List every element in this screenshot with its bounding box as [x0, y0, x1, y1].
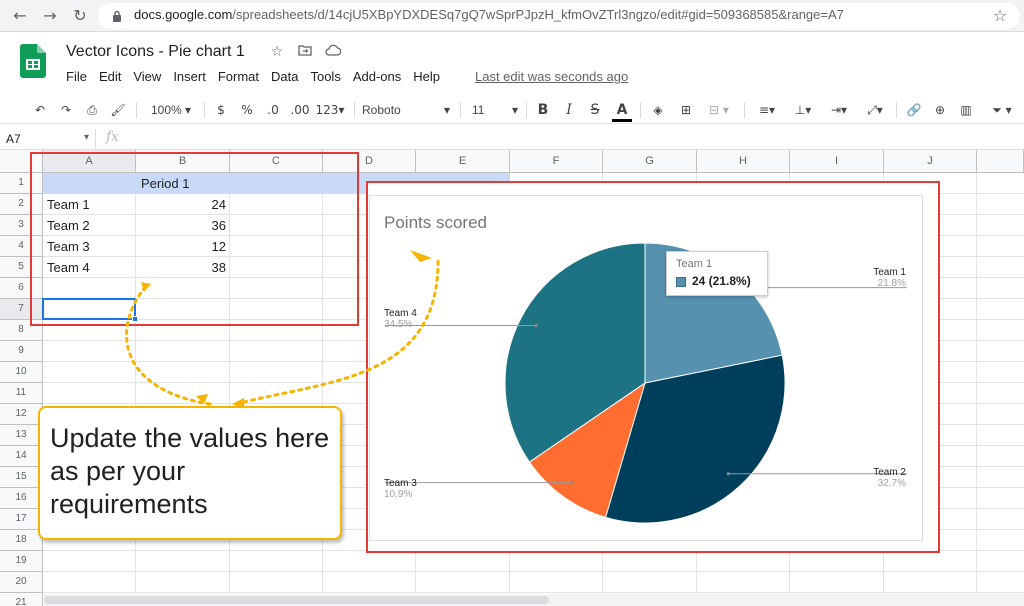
app-window: ← → ↻ docs.google.com/spreadsheets/d/14c…	[0, 0, 1024, 606]
scrollbar-thumb[interactable]	[44, 596, 549, 604]
instruction-callout: Update the values here as per your requi…	[38, 406, 342, 540]
